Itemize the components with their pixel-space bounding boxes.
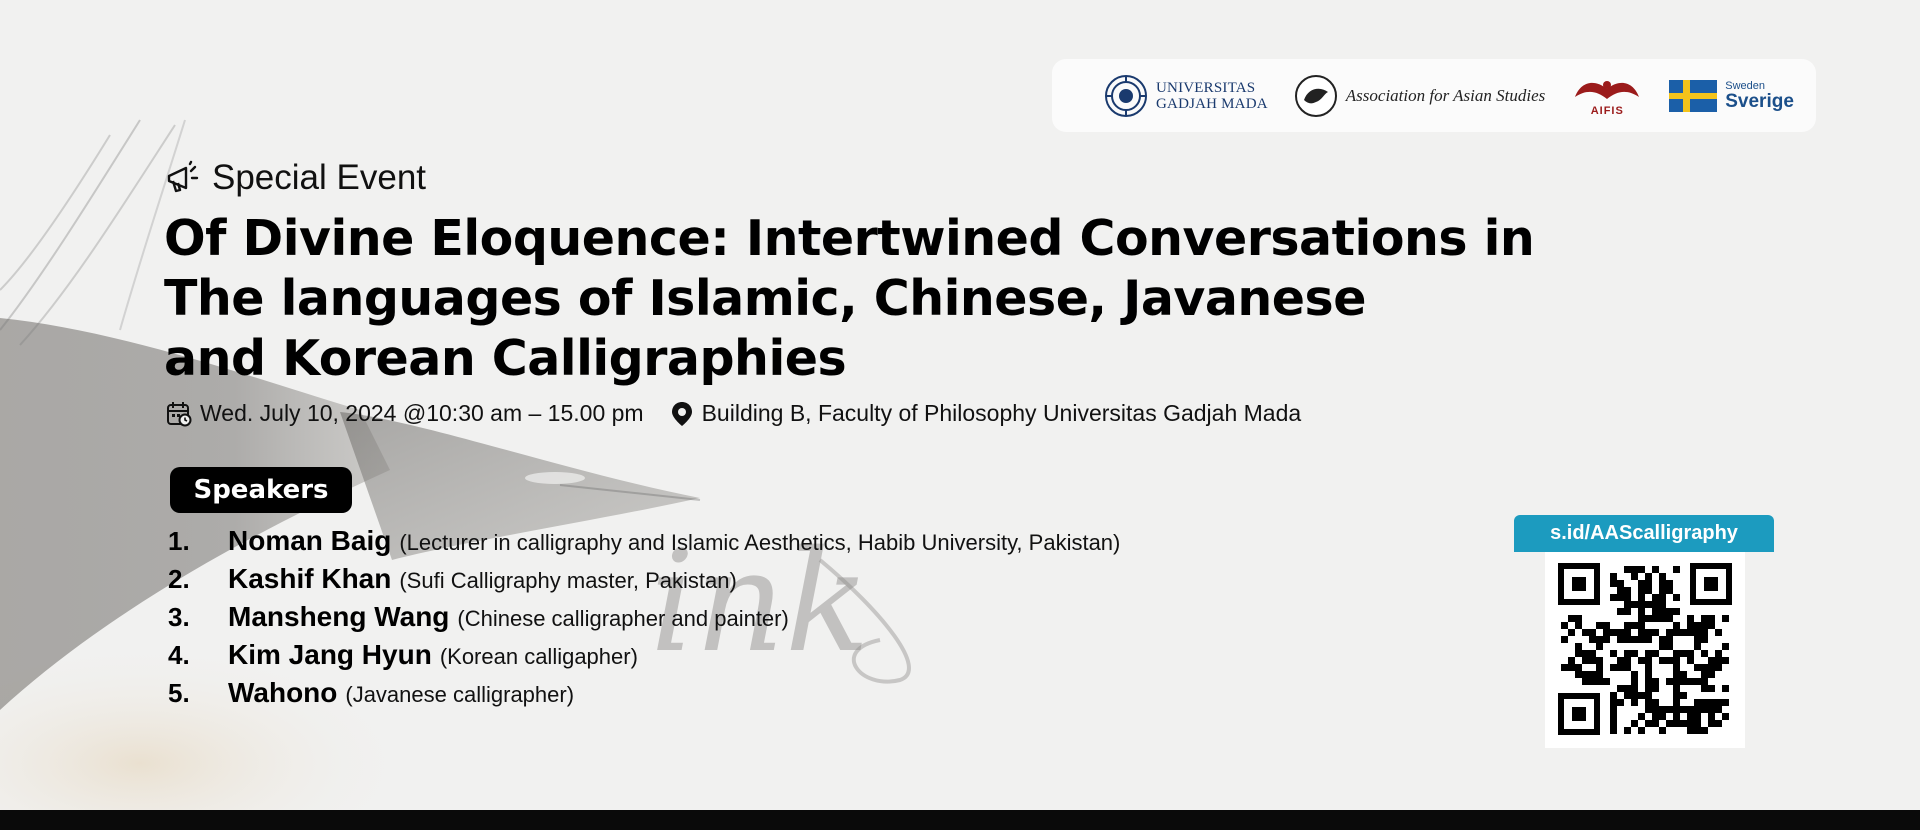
aas-logo: Association for Asian Studies (1294, 74, 1545, 118)
event-datetime-text: Wed. July 10, 2024 @10:30 am – 15.00 pm (200, 400, 644, 426)
sweden-logo: Sweden Sverige (1669, 79, 1794, 112)
speaker-name: Wahono (228, 677, 338, 708)
aas-emblem-icon (1294, 74, 1337, 117)
speaker-number: 1. (168, 526, 190, 556)
speaker-description: (Lecturer in calligraphy and Islamic Aes… (399, 530, 1121, 555)
event-title-line-2: The languages of Islamic, Chinese, Javan… (164, 270, 1366, 327)
event-type-label: Special Event (212, 158, 427, 197)
speaker-description: (Javanese calligrapher) (345, 682, 575, 707)
swedish-flag-icon (1669, 79, 1718, 112)
event-title-line-1: Of Divine Eloquence: Intertwined Convers… (164, 210, 1535, 267)
aifis-name: AIFIS (1590, 104, 1624, 117)
speaker-description: (Korean calligapher) (439, 644, 638, 669)
event-location-text: Building B, Faculty of Philosophy Univer… (701, 400, 1302, 426)
event-title: Of Divine Eloquence: Intertwined Convers… (164, 209, 1604, 389)
speaker-item: 3. Mansheng Wang (Chinese calligrapher a… (168, 601, 1120, 639)
speaker-item: 1. Noman Baig (Lecturer in calligraphy a… (168, 525, 1120, 563)
registration-link[interactable]: s.id/AAScalligraphy (1514, 515, 1774, 552)
ugm-logo: UNIVERSITAS GADJAH MADA (1104, 74, 1268, 118)
speaker-name: Kashif Khan (228, 563, 392, 594)
event-datetime: Wed. July 10, 2024 @10:30 am – 15.00 pm (166, 400, 644, 427)
ugm-emblem-icon (1105, 74, 1147, 117)
speaker-number: 2. (168, 564, 190, 594)
speaker-number: 5. (168, 678, 190, 708)
speaker-name: Mansheng Wang (228, 601, 450, 632)
speaker-description: (Chinese calligrapher and painter) (457, 606, 789, 631)
partner-logos: UNIVERSITAS GADJAH MADA Association for … (1052, 59, 1816, 132)
ugm-name-line2: GADJAH MADA (1156, 95, 1268, 112)
speaker-item: 4. Kim Jang Hyun (Korean calligapher) (168, 639, 1120, 677)
speaker-name: Kim Jang Hyun (228, 639, 432, 670)
speaker-number: 4. (168, 640, 190, 670)
aifis-logo: AIFIS (1571, 75, 1643, 117)
speakers-heading: Speakers (170, 467, 352, 513)
event-title-line-3: and Korean Calligraphies (164, 330, 847, 387)
aifis-emblem-icon (1575, 80, 1640, 99)
qr-code-icon (1545, 552, 1745, 748)
speaker-description: (Sufi Calligraphy master, Pakistan) (399, 568, 737, 593)
event-meta: Wed. July 10, 2024 @10:30 am – 15.00 pm … (166, 400, 1301, 427)
sverige-label: Sverige (1725, 90, 1794, 112)
location-pin-icon (671, 401, 692, 426)
qr-code[interactable] (1545, 552, 1745, 748)
speaker-list: 1. Noman Baig (Lecturer in calligraphy a… (168, 525, 1120, 715)
aas-name: Association for Asian Studies (1345, 85, 1546, 105)
megaphone-icon (167, 160, 199, 193)
event-location: Building B, Faculty of Philosophy Univer… (670, 400, 1302, 427)
calendar-clock-icon (167, 401, 192, 426)
sweden-label: Sweden (1725, 79, 1766, 92)
footer-bar (0, 810, 1920, 830)
ugm-name-line1: UNIVERSITAS (1156, 79, 1256, 96)
speaker-item: 2. Kashif Khan (Sufi Calligraphy master,… (168, 563, 1120, 601)
event-kicker: Special Event (164, 158, 426, 198)
speaker-number: 3. (168, 602, 190, 632)
speaker-item: 5. Wahono (Javanese calligrapher) (168, 677, 1120, 715)
speaker-name: Noman Baig (228, 525, 392, 556)
